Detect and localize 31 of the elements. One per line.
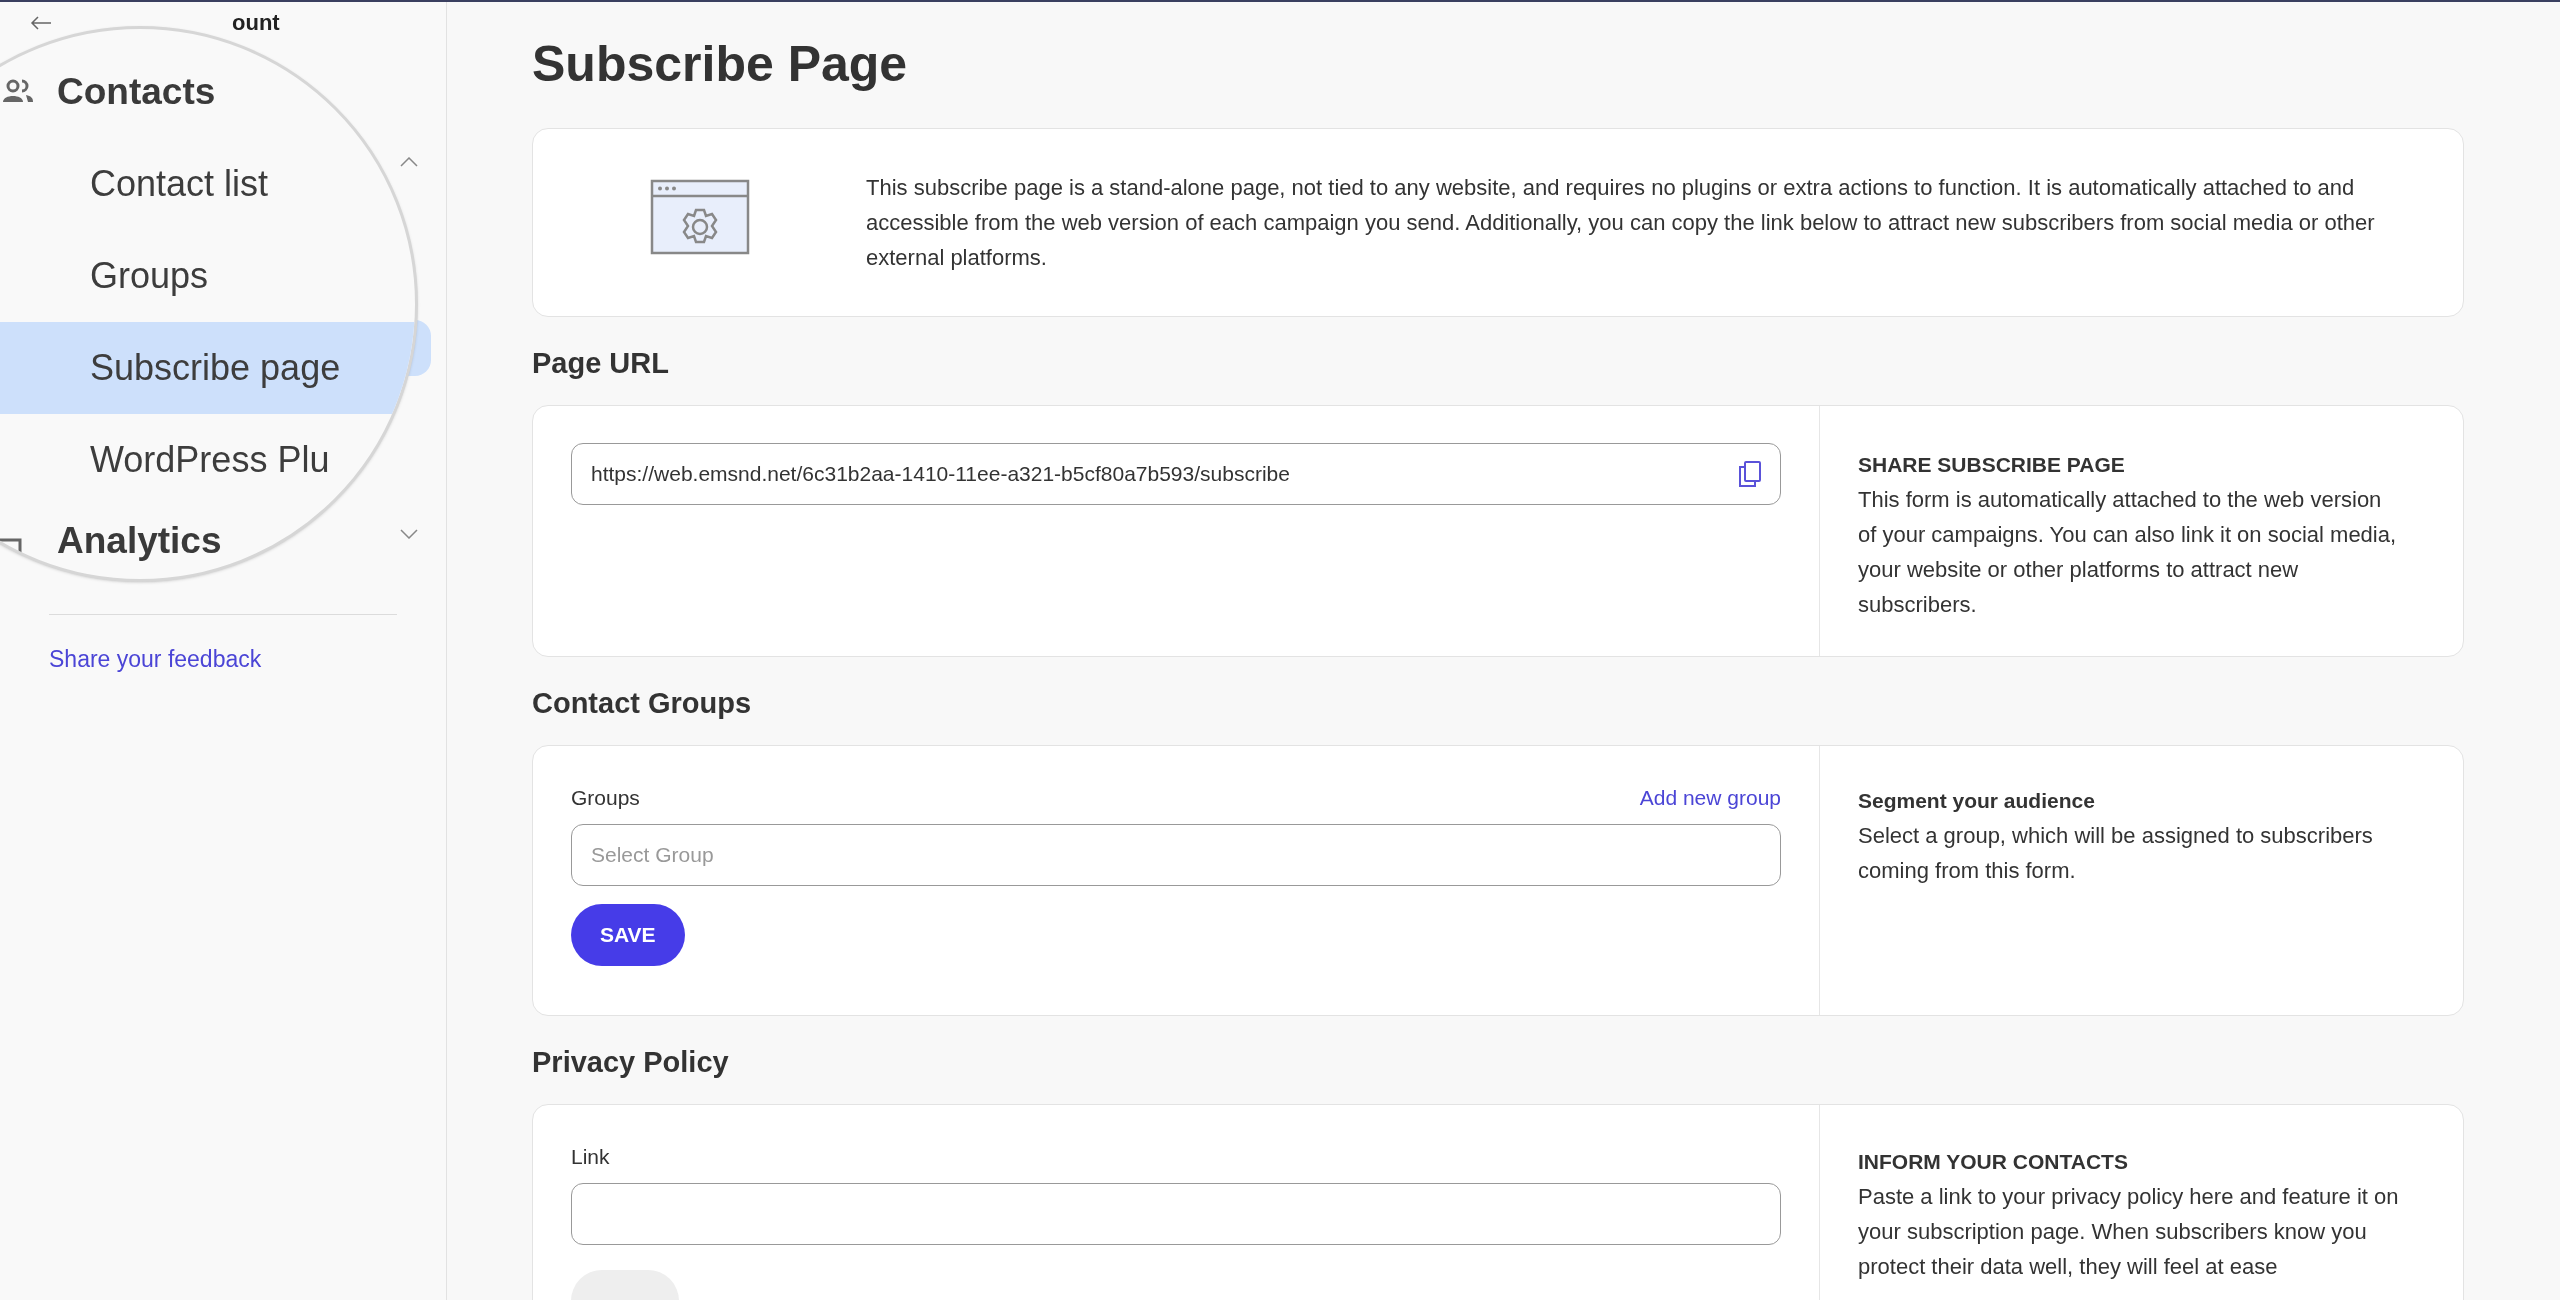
aside-text: This form is automatically attached to the web version of your campaigns. You can also link it on social media, your website or other platforms to attract new subscribers.: [1858, 486, 2398, 619]
sidebar-item[interactable]: Contact list: [0, 138, 415, 230]
section-title[interactable]: Analytics: [57, 513, 222, 569]
sidebar-item[interactable]: Subscribe page: [0, 322, 415, 414]
feedback-link[interactable]: Share your feedback: [49, 642, 262, 677]
intro-text: This subscribe page is a stand-alone page, not tied to any website, and requires no plugins or extra actions to function. It is automatically attached to and accessible from the web version of each campaign you send. Additionally, you can copy the link below to attract new subscribers from social media or other external platforms.: [866, 174, 2376, 272]
url-field[interactable]: https://web.emsnd.net/6c31b2aa-1410-11ee-a321-b5cf80a7b593/subscribe: [571, 443, 1781, 505]
chevron-icon[interactable]: [400, 529, 418, 539]
field-label: Groups: [571, 785, 640, 812]
section-heading: Privacy Policy: [532, 1045, 730, 1080]
aside-text: Paste a link to your privacy policy here and feature it on your subscription page. When subscribers know you protect their data well, they will feel at ease: [1858, 1183, 2400, 1281]
page-title: Subscribe Page: [532, 35, 909, 94]
aside-title: SHARE SUBSCRIBE PAGE: [1858, 452, 2126, 478]
sidebar-item[interactable]: Groups: [0, 230, 415, 322]
add-group-link[interactable]: Add new group: [1639, 782, 1781, 814]
sidebar-item[interactable]: WordPress Plu: [0, 414, 415, 506]
chevron-icon[interactable]: [400, 157, 418, 167]
field-label: Link: [571, 1144, 610, 1171]
section-heading: Contact Groups: [532, 686, 753, 721]
people-icon: [2, 78, 34, 104]
group-select[interactable]: Select Group: [571, 824, 1781, 886]
back-arrow-icon[interactable]: [30, 15, 52, 31]
link-field[interactable]: [571, 1183, 1781, 1245]
copy-icon[interactable]: [1739, 461, 1761, 487]
section-title[interactable]: Contacts: [57, 64, 216, 120]
back-link[interactable]: ount: [232, 12, 280, 34]
aside-text: Select a group, which will be assigned to subscribers coming from this form.: [1858, 822, 2374, 885]
aside-title: Segment your audience: [1858, 788, 2096, 814]
aside-title: INFORM YOUR CONTACTS: [1858, 1149, 2129, 1175]
save-button[interactable]: SAVE: [571, 904, 685, 966]
section-heading: Page URL: [532, 346, 670, 381]
